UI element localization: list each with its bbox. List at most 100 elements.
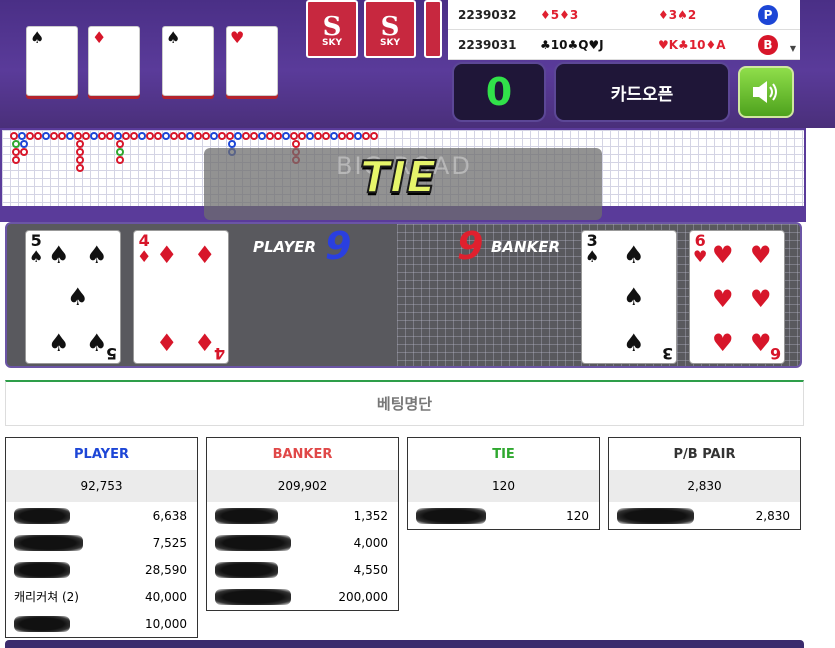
bet-column-player: PLAYER 92,753 6,638 7,525 28,590 캐리커쳐 (2) 40,0… xyxy=(5,437,198,638)
road-marker xyxy=(322,132,330,140)
player-card-1: 5 ♠ ♠ ♠ ♠ ♠ ♠ 5 xyxy=(25,230,121,364)
redacted-bettor-name xyxy=(215,588,291,605)
road-marker xyxy=(34,132,42,140)
redacted-bettor-name xyxy=(14,534,83,551)
card-rank: 4 xyxy=(213,344,225,363)
bet-column-pbpair: P/B PAIR 2,830 2,830 xyxy=(608,437,801,530)
bet-column-total: 209,902 xyxy=(207,470,398,502)
game-table-top: ♠ ♦ ♠ ♥ S SKY S SKY 2239032 ♦5♦3 ♦3♠2 P 22… xyxy=(0,0,835,128)
banker-score: 9 xyxy=(457,224,484,268)
road-marker xyxy=(354,132,362,140)
road-marker xyxy=(20,140,28,148)
banker-card-1: 3 ♠ ♠ ♠ ♠ 3 xyxy=(581,230,677,364)
player-cards: ♣10♣Q♥J xyxy=(540,37,604,52)
road-marker xyxy=(194,132,202,140)
road-marker xyxy=(146,132,154,140)
road-marker xyxy=(218,132,226,140)
road-marker xyxy=(138,132,146,140)
road-marker xyxy=(26,132,34,140)
road-marker xyxy=(76,140,84,148)
player-card-2: 4 ♦ ♦ ♦ ♦ ♦ 4 xyxy=(133,230,229,364)
road-marker xyxy=(116,156,124,164)
bet-amount: 10,000 xyxy=(145,616,187,631)
shoe-label: SKY xyxy=(322,38,342,48)
result-badge: P xyxy=(758,4,778,25)
road-marker xyxy=(314,132,322,140)
bet-row: 캐리커쳐 (2) 40,000 xyxy=(6,583,197,610)
road-marker xyxy=(338,132,346,140)
tie-result-text: TIE xyxy=(359,151,437,204)
road-marker xyxy=(58,132,66,140)
player-cards: ♦5♦3 xyxy=(540,7,579,22)
speaker-icon xyxy=(753,81,777,103)
control-row: 0 카드오픈 xyxy=(448,62,800,124)
bet-row: 120 xyxy=(408,502,599,529)
bet-column-total: 2,830 xyxy=(609,470,800,502)
bet-row: 1,352 xyxy=(207,502,398,529)
road-marker xyxy=(290,132,298,140)
bet-column-title: P/B PAIR xyxy=(673,446,736,462)
road-marker xyxy=(76,156,84,164)
scroll-down-icon[interactable]: ▼ xyxy=(790,44,796,53)
card-count-display: 0 xyxy=(452,62,546,122)
road-marker xyxy=(226,132,234,140)
road-marker xyxy=(116,140,124,148)
card-rank: 5 xyxy=(105,344,117,363)
bet-amount: 7,525 xyxy=(152,535,187,550)
card-rank: 6 xyxy=(769,344,781,363)
table-card-2: ♦ xyxy=(88,26,140,96)
road-marker xyxy=(106,132,114,140)
road-marker xyxy=(170,132,178,140)
road-marker xyxy=(154,132,162,140)
bet-row: 10,000 xyxy=(6,610,197,637)
road-marker xyxy=(12,140,20,148)
round-id: 2239031 xyxy=(458,37,517,52)
bet-row: 2,830 xyxy=(609,502,800,529)
bet-amount: 200,000 xyxy=(338,589,388,604)
bet-amount: 4,550 xyxy=(353,562,388,577)
card-rank: 3 xyxy=(661,344,673,363)
road-marker xyxy=(266,132,274,140)
road-marker xyxy=(292,140,300,148)
road-marker xyxy=(90,132,98,140)
bet-column-total: 120 xyxy=(408,470,599,502)
road-marker xyxy=(20,148,28,156)
redacted-bettor-name xyxy=(215,507,278,524)
bet-amount: 1,352 xyxy=(353,508,388,523)
road-marker xyxy=(122,132,130,140)
road-marker xyxy=(42,132,50,140)
bet-column-total: 92,753 xyxy=(6,470,197,502)
redacted-bettor-name xyxy=(215,561,278,578)
road-marker xyxy=(274,132,282,140)
card-open-button[interactable]: 카드오픈 xyxy=(554,62,730,122)
history-row[interactable]: 2239032 ♦5♦3 ♦3♠2 P xyxy=(448,0,800,30)
road-marker xyxy=(202,132,210,140)
bet-row: 28,590 xyxy=(6,556,197,583)
redacted-bettor-name xyxy=(416,507,486,524)
bet-row: 4,000 xyxy=(207,529,398,556)
bet-column-banker: BANKER 209,902 1,352 4,000 4,550 200,000 xyxy=(206,437,399,611)
road-marker xyxy=(82,132,90,140)
road-marker xyxy=(282,132,290,140)
redacted-bettor-name xyxy=(14,561,70,578)
road-marker xyxy=(74,132,82,140)
banker-cards: ♥K♣10♦A xyxy=(658,37,726,52)
bet-amount: 2,830 xyxy=(755,508,790,523)
road-marker xyxy=(162,132,170,140)
bet-amount: 28,590 xyxy=(145,562,187,577)
redacted-bettor-name xyxy=(617,507,694,524)
bet-column-title: TIE xyxy=(492,446,515,462)
game-history-list[interactable]: 2239032 ♦5♦3 ♦3♠2 P 2239031 ♣10♣Q♥J ♥K♣1… xyxy=(448,0,800,60)
bet-amount: 120 xyxy=(566,508,589,523)
history-row[interactable]: 2239031 ♣10♣Q♥J ♥K♣10♦A B xyxy=(448,30,800,60)
road-marker xyxy=(130,132,138,140)
bettor-name: 캐리커쳐 (2) xyxy=(14,590,79,604)
road-marker xyxy=(250,132,258,140)
bottom-bar xyxy=(5,640,804,648)
road-marker xyxy=(228,140,236,148)
road-marker xyxy=(298,132,306,140)
bet-column-tie: TIE 120 120 xyxy=(407,437,600,530)
table-card-1: ♠ xyxy=(26,26,78,96)
sound-toggle-button[interactable] xyxy=(738,66,794,118)
road-marker xyxy=(12,148,20,156)
